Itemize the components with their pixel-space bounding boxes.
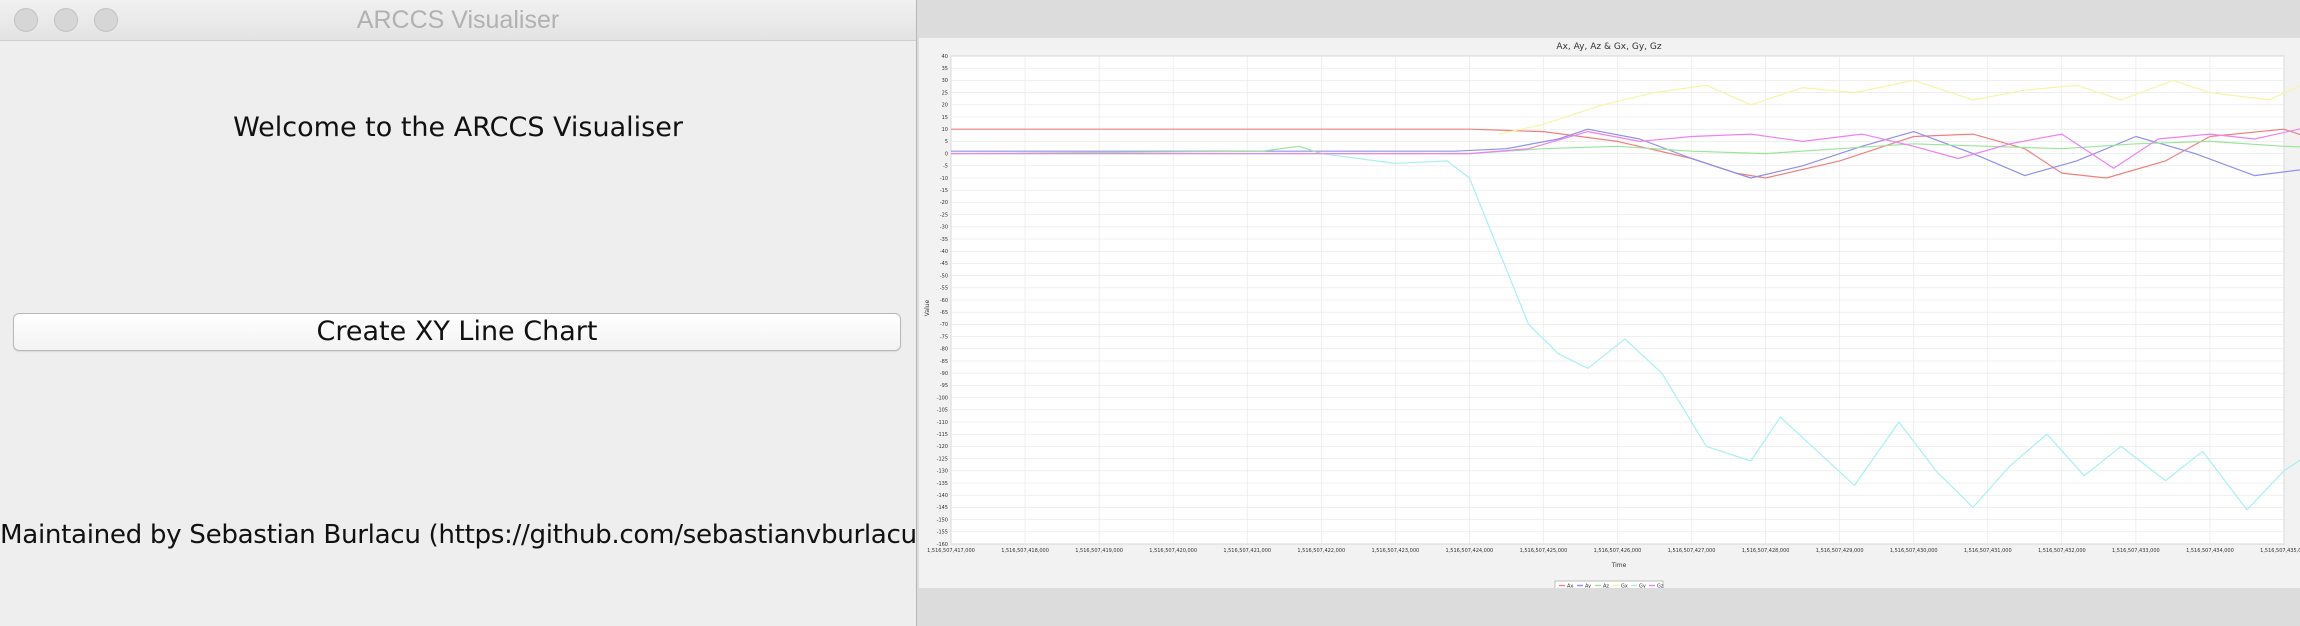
x-tick-label: 1,516,507,429,000 [1816, 548, 1864, 554]
y-tick-label: 30 [942, 78, 948, 84]
y-tick-label: -100 [937, 395, 948, 401]
y-tick-label: -80 [940, 347, 948, 353]
y-tick-label: -75 [940, 334, 948, 340]
y-tick-label: -125 [937, 456, 948, 462]
y-tick-label: -90 [940, 371, 948, 377]
y-tick-label: -10 [940, 176, 948, 182]
x-tick-label: 1,516,507,431,000 [1964, 548, 2012, 554]
y-tick-label: -95 [940, 383, 948, 389]
window-titlebar[interactable]: ARCCS Visualiser [0, 0, 916, 41]
chart-title: Ax, Ay, Az & Gx, Gy, Gz [1556, 42, 1661, 52]
window-title: ARCCS Visualiser [356, 6, 560, 34]
y-tick-label: -85 [940, 359, 948, 365]
y-tick-label: 0 [945, 151, 948, 157]
y-tick-label: -155 [937, 530, 948, 536]
x-tick-label: 1,516,507,420,000 [1149, 548, 1197, 554]
y-tick-label: 5 [945, 139, 948, 145]
y-axis-ticks: 40 35 30 25 20 15 10 5 0 -5 -10 -15 -20 -25 -30 -35 -40 -… [937, 54, 948, 548]
main-window: ARCCS Visualiser Welcome to the ARCCS Vi… [0, 0, 927, 626]
y-tick-label: -150 [937, 517, 948, 523]
x-tick-label: 1,516,507,419,000 [1075, 548, 1123, 554]
x-tick-label: 1,516,507,424,000 [1446, 548, 1494, 554]
y-tick-label: -30 [940, 225, 948, 231]
x-tick-label: 1,516,507,422,000 [1297, 548, 1345, 554]
y-tick-label: -55 [940, 286, 948, 292]
y-tick-label: -130 [937, 469, 948, 475]
y-tick-label: -35 [940, 237, 948, 243]
x-tick-label: 1,516,507,423,000 [1371, 548, 1419, 554]
y-tick-label: -5 [943, 164, 948, 170]
welcome-text: Welcome to the ARCCS Visualiser [233, 112, 683, 143]
x-tick-label: 1,516,507,421,000 [1223, 548, 1271, 554]
y-tick-label: 15 [942, 115, 948, 121]
chart-window: Ax, Ay, Az & Gx, Gy, Gz 40 35 30 25 20 15 10 5 0… [917, 0, 2300, 626]
y-tick-label: -40 [940, 249, 948, 255]
legend-label: Ax [1567, 584, 1573, 589]
y-tick-label: -120 [937, 444, 948, 450]
x-tick-label: 1,516,507,434,000 [2186, 548, 2234, 554]
y-tick-label: -15 [940, 188, 948, 194]
legend-label: Az [1603, 584, 1609, 589]
legend: Ax Ay Az Gx Gy Gz [1554, 580, 1664, 589]
y-tick-label: -50 [940, 273, 948, 279]
x-tick-label: 1,516,507,417,000 [927, 548, 975, 554]
y-tick-label: 35 [942, 66, 948, 72]
legend-label: Gx [1621, 584, 1628, 589]
y-tick-label: -105 [937, 408, 948, 414]
chart-panel[interactable]: Ax, Ay, Az & Gx, Gy, Gz 40 35 30 25 20 15 10 5 0… [919, 38, 2300, 588]
x-tick-label: 1,516,507,428,000 [1742, 548, 1790, 554]
legend-label: Gz [1657, 584, 1664, 589]
y-tick-label: 40 [942, 54, 948, 60]
y-tick-label: -115 [937, 432, 948, 438]
x-tick-label: 1,516,507,425,000 [1520, 548, 1568, 554]
legend-label: Gy [1639, 584, 1646, 589]
y-tick-label: -110 [937, 420, 948, 426]
x-tick-label: 1,516,507,427,000 [1668, 548, 1716, 554]
y-tick-label: -140 [937, 493, 948, 499]
y-tick-label: 20 [942, 103, 948, 109]
legend-label: Ay [1585, 584, 1591, 589]
y-tick-label: -70 [940, 322, 948, 328]
y-tick-label: -25 [940, 212, 948, 218]
x-axis-label: Time [1611, 562, 1627, 569]
y-tick-label: -65 [940, 310, 948, 316]
maintainer-text: Maintained by Sebastian Burlacu (https:/… [0, 520, 927, 550]
y-axis-label: Value [924, 299, 931, 316]
x-tick-label: 1,516,507,433,000 [2112, 548, 2160, 554]
x-axis-ticks: 1,516,507,417,000 1,516,507,418,000 1,516,… [927, 548, 2300, 554]
y-tick-label: -160 [937, 542, 948, 548]
y-tick-label: 10 [942, 127, 948, 133]
y-tick-label: -45 [940, 261, 948, 267]
x-tick-label: 1,516,507,435,000 [2260, 548, 2300, 554]
x-tick-label: 1,516,507,432,000 [2038, 548, 2086, 554]
create-xy-line-chart-button[interactable]: Create XY Line Chart [13, 313, 901, 351]
x-tick-label: 1,516,507,430,000 [1890, 548, 1938, 554]
y-tick-label: -20 [940, 200, 948, 206]
x-tick-label: 1,516,507,426,000 [1594, 548, 1642, 554]
y-tick-label: -135 [937, 481, 948, 487]
y-tick-label: -60 [940, 298, 948, 304]
xy-line-chart[interactable]: Ax, Ay, Az & Gx, Gy, Gz 40 35 30 25 20 15 10 5 0… [919, 38, 2300, 588]
y-tick-label: -145 [937, 505, 948, 511]
y-tick-label: 25 [942, 90, 948, 96]
x-tick-label: 1,516,507,418,000 [1001, 548, 1049, 554]
